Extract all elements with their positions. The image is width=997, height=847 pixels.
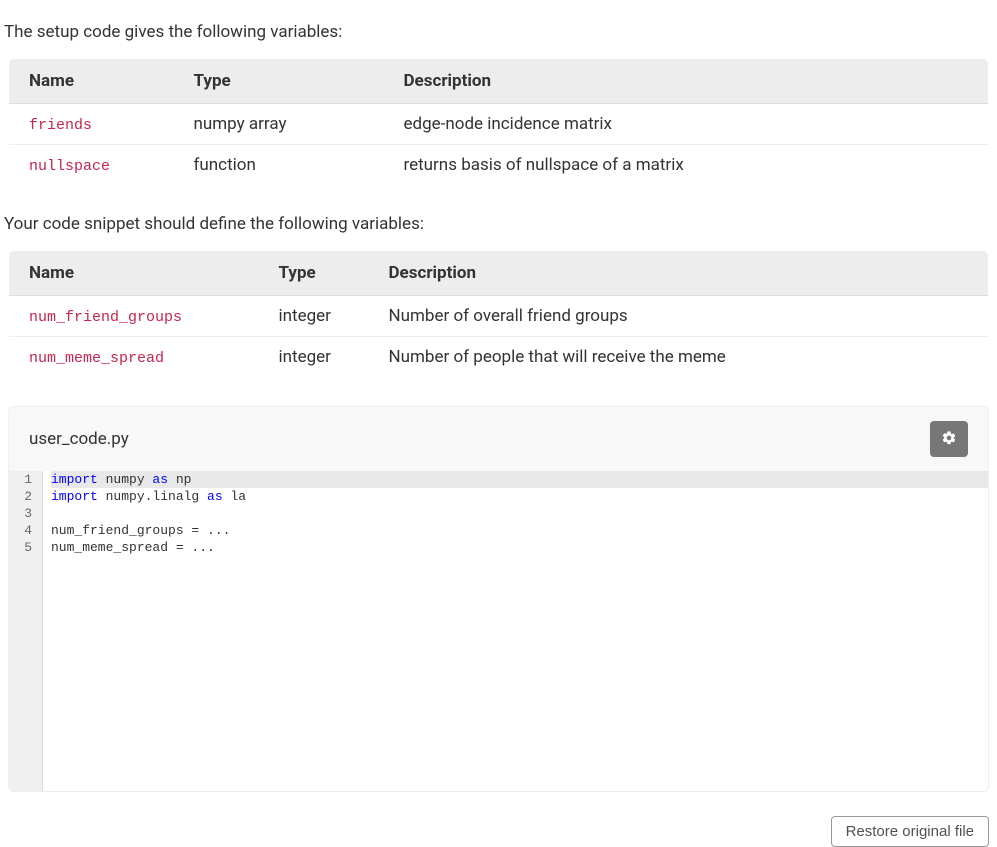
code-line[interactable]: import numpy as np: [51, 471, 988, 488]
col-header-name: Name: [9, 251, 259, 296]
var-type: integer: [259, 337, 369, 378]
var-desc: Number of people that will receive the m…: [369, 337, 989, 378]
setup-intro-text: The setup code gives the following varia…: [4, 22, 997, 42]
table-row: num_friend_groups integer Number of over…: [9, 296, 989, 337]
editor-header: user_code.py: [9, 407, 988, 471]
line-number-gutter: 1 2 3 4 5: [9, 471, 43, 791]
code-line[interactable]: num_friend_groups = ...: [51, 522, 988, 539]
table-row: friends numpy array edge-node incidence …: [9, 104, 989, 145]
editor-settings-button[interactable]: [930, 421, 968, 457]
var-name: num_meme_spread: [29, 350, 164, 367]
var-desc: returns basis of nullspace of a matrix: [384, 145, 989, 186]
editor-footer: Restore original file: [0, 806, 997, 847]
var-desc: edge-node incidence matrix: [384, 104, 989, 145]
gear-icon: [941, 430, 957, 449]
restore-original-file-button[interactable]: Restore original file: [831, 816, 989, 847]
code-line[interactable]: import numpy.linalg as la: [51, 488, 988, 505]
output-variables-table: Name Type Description num_friend_groups …: [8, 250, 989, 378]
line-number: 2: [9, 488, 36, 505]
col-header-name: Name: [9, 59, 174, 104]
define-intro-text: Your code snippet should define the foll…: [4, 214, 997, 234]
col-header-type: Type: [259, 251, 369, 296]
col-header-type: Type: [174, 59, 384, 104]
editor-filename: user_code.py: [29, 429, 129, 449]
code-line[interactable]: num_meme_spread = ...: [51, 539, 988, 556]
var-name: num_friend_groups: [29, 309, 182, 326]
line-number: 3: [9, 505, 36, 522]
var-type: function: [174, 145, 384, 186]
var-type: integer: [259, 296, 369, 337]
var-desc: Number of overall friend groups: [369, 296, 989, 337]
col-header-desc: Description: [369, 251, 989, 296]
line-number: 5: [9, 539, 36, 556]
col-header-desc: Description: [384, 59, 989, 104]
var-type: numpy array: [174, 104, 384, 145]
code-content[interactable]: import numpy as np import numpy.linalg a…: [43, 471, 988, 791]
line-number: 1: [9, 471, 36, 488]
var-name: friends: [29, 117, 92, 134]
table-row: num_meme_spread integer Number of people…: [9, 337, 989, 378]
code-line[interactable]: [51, 505, 988, 522]
setup-variables-table: Name Type Description friends numpy arra…: [8, 58, 989, 186]
code-editor[interactable]: 1 2 3 4 5 import numpy as np import nump…: [9, 471, 988, 791]
line-number: 4: [9, 522, 36, 539]
var-name: nullspace: [29, 158, 110, 175]
table-row: nullspace function returns basis of null…: [9, 145, 989, 186]
code-editor-card: user_code.py 1 2 3 4 5 import numpy as n…: [8, 406, 989, 792]
